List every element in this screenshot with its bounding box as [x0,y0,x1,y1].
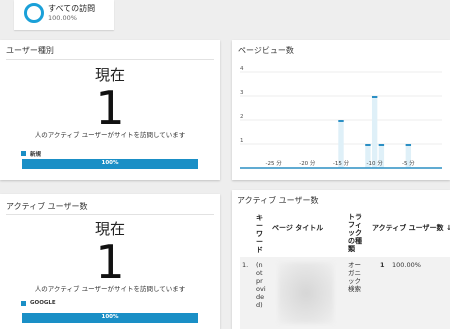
segment-all-visits[interactable]: すべての訪問 100.00% [14,0,114,30]
x-tick-label: -15 分 [333,159,350,167]
segment-ring-icon [24,3,44,23]
header-char: ワ [256,230,263,238]
col-active-users-sort[interactable]: アクティブ ユーザー数 ↓ [372,224,450,232]
header-char: ー [256,222,263,230]
row-active-percent: 100.00% [392,261,421,269]
y-tick-label: 1 [240,138,244,144]
bar-cap [378,144,385,146]
user-type-card: ユーザー種別 現在 1 人のアクティブ ユーザーがサイトを訪問しています 新規 … [0,40,220,180]
x-tick-label: -10 分 [367,159,384,167]
active-user-caption: 人のアクティブ ユーザーがサイトを訪問しています [34,285,186,293]
header-char: ー [256,238,263,246]
row-keyword: (n ot pr ovi de d) [256,261,266,309]
bar-cap [405,144,412,146]
cell-text: ガニ [348,269,361,277]
cell-text: (n [256,261,263,269]
cell-text: 検索 [348,285,361,293]
row-active-count: 1 [380,261,385,269]
bar-percent: 100% [101,314,119,320]
bar [371,96,378,168]
header-char: ド [256,246,263,254]
pageviews-card: ページビュー数 1 2 3 4 -25 分 -20 分 -15 分 -10 分 -5 分 [232,40,450,180]
bar-cap [371,96,378,98]
cell-text: d) [256,301,263,309]
x-tick-label: -5 分 [402,159,415,167]
divider [6,59,214,60]
col-traffic-type[interactable]: トラ フィ ック の種 類 [348,213,362,253]
cell-text: オー [348,261,361,269]
header-text: トラ [348,213,362,221]
cell-text: ック [348,277,361,285]
x-tick-label: -20 分 [299,159,316,167]
redacted-page-title [278,262,334,324]
card-title: ユーザー種別 [6,46,54,55]
active-user-count: 1 [95,81,125,135]
card-title: アクティブ ユーザー数 [6,202,88,211]
cell-text: pr [256,277,263,285]
header-text: の種 [348,237,362,245]
header-char: キ [256,214,263,222]
row-index: 1. [242,261,249,269]
legend-swatch [21,151,26,156]
segment-bar: すべての訪問 100.00% [0,0,450,36]
source-bar: 100% [22,313,198,323]
cell-text: ovi [256,285,266,293]
cell-text: ot [256,269,263,277]
row-traffic-type: オー ガニ ック 検索 [348,261,361,293]
bar-percent: 100% [101,160,119,166]
header-text: 類 [348,245,355,253]
divider [6,214,214,215]
active-users-card: アクティブ ユーザー数 現在 1 人のアクティブ ユーザーがサイトを訪問していま… [0,194,220,329]
segment-percent: 100.00% [48,14,77,22]
active-user-caption: 人のアクティブ ユーザーがサイトを訪問しています [34,131,186,139]
col-keyword[interactable]: キ ー ワ ー ド [256,214,263,254]
legend-swatch [21,301,26,306]
legend-label: 新規 [30,152,42,158]
col-page-title[interactable]: ページ タイトル [272,224,323,232]
y-tick-label: 2 [240,114,244,120]
user-type-bar: 100% [22,159,198,169]
y-tick-label: 4 [240,66,244,72]
legend-label: GOOGLE [30,300,56,306]
card-title: アクティブ ユーザー数 [237,196,319,205]
pageviews-chart: 1 2 3 4 -25 分 -20 分 -15 分 -10 分 -5 分 [240,66,442,169]
y-tick-label: 3 [240,90,244,96]
header-text: ック [348,229,362,237]
segment-title: すべての訪問 [48,4,96,13]
x-tick-label: -25 分 [266,159,283,167]
bar-cap [338,120,344,122]
cell-text: de [256,293,265,301]
bar-cap [365,144,371,146]
top-pages-card: アクティブ ユーザー数 キ ー ワ ー ド ページ タイトル トラ フィ ック … [232,190,450,329]
header-text: フィ [348,221,362,229]
active-user-count: 1 [95,235,125,289]
